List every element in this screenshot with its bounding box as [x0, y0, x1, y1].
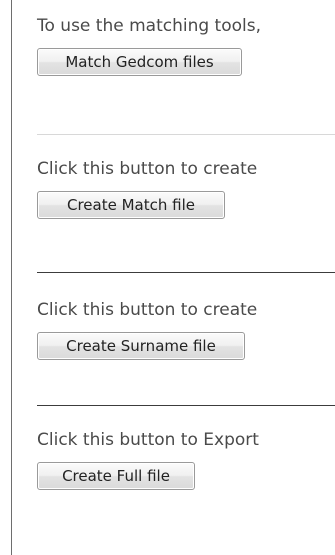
panel-left-border [11, 0, 12, 555]
section-divider [37, 272, 335, 273]
create-surname-file-button[interactable]: Create Surname file [37, 332, 245, 360]
matching-tools-panel: To use the matching tools, Match Gedcom … [0, 0, 335, 555]
create-full-instruction: Click this button to Export [37, 430, 259, 450]
create-full-file-button[interactable]: Create Full file [37, 462, 195, 490]
section-divider [37, 405, 335, 406]
create-match-instruction: Click this button to create [37, 159, 258, 179]
match-gedcom-instruction: To use the matching tools, [37, 16, 262, 36]
create-surname-instruction: Click this button to create [37, 300, 258, 320]
create-match-file-button[interactable]: Create Match file [37, 191, 225, 219]
section-divider [37, 134, 335, 135]
match-gedcom-files-button[interactable]: Match Gedcom files [37, 48, 242, 76]
